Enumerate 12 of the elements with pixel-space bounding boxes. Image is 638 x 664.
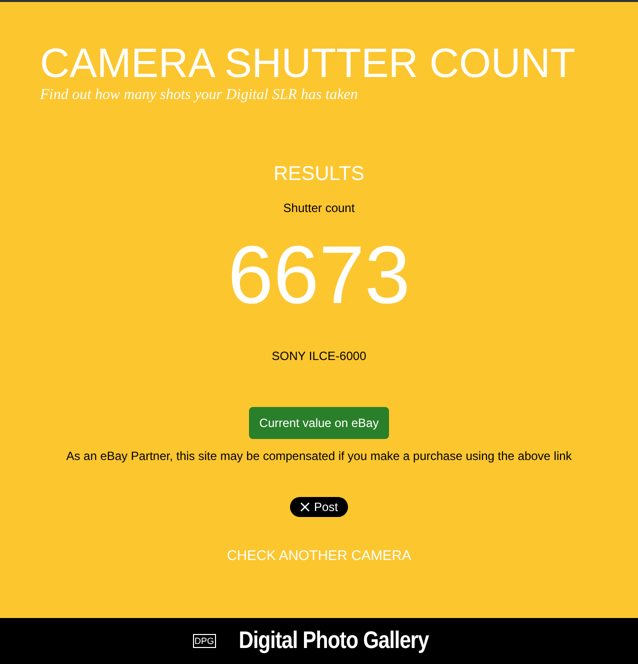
page-title: CAMERA SHUTTER COUNT [40,40,576,86]
results-heading: RESULTS [274,162,364,186]
disclaimer-text: As an eBay Partner, this site may be compensated if you make a purchase using the above link [66,448,572,465]
ebay-button[interactable]: Current value on eBay [249,407,389,439]
camera-model: SONY ILCE-6000 [272,348,366,365]
count-label: Shutter count [283,200,355,217]
page-subtitle: Find out how many shots your Digital SLR has taken [40,86,359,104]
brand-name: Digital Photo Gallery [238,626,429,656]
post-button[interactable]: Post [290,497,348,517]
logo-mark: DPG [192,634,216,648]
shutter-count: 6673 [228,231,410,321]
x-logo-icon [300,502,310,512]
